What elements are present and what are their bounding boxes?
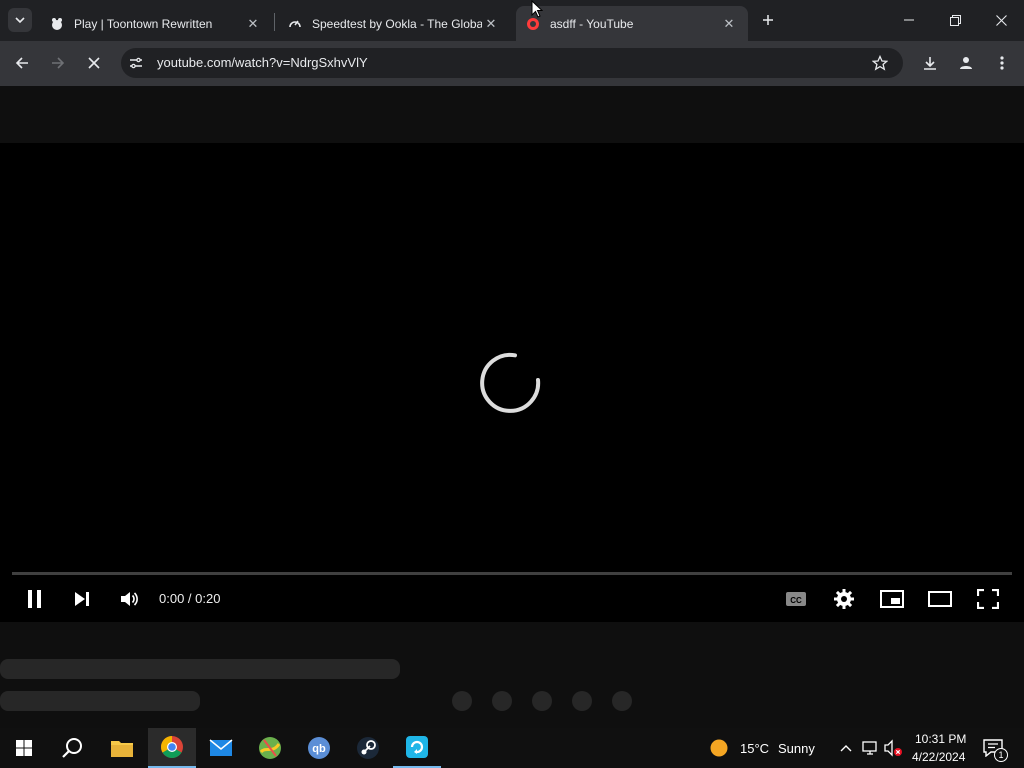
action-placeholder (452, 691, 472, 711)
mail-icon (209, 739, 233, 756)
taskbar-file-explorer[interactable] (98, 728, 146, 768)
profile-button[interactable] (952, 49, 980, 77)
miniplayer-icon (880, 590, 904, 608)
weather-temp: 15°C (740, 741, 770, 756)
back-button[interactable] (8, 49, 36, 77)
subtitles-button[interactable]: CC (783, 586, 809, 612)
maps-icon (259, 737, 281, 759)
close-icon (88, 57, 100, 69)
start-button[interactable] (0, 728, 48, 768)
folder-icon (111, 741, 133, 757)
chevron-down-icon (15, 17, 25, 24)
tab-toontown[interactable]: Play | Toontown Rewritten ✕ (40, 6, 272, 41)
taskbar-mail[interactable] (197, 728, 245, 768)
svg-text:qb: qb (312, 743, 326, 755)
sync-icon (406, 736, 428, 758)
taskbar-qbittorrent[interactable]: qb (295, 728, 343, 768)
minimize-button[interactable] (886, 6, 932, 34)
download-icon (924, 57, 936, 70)
search-icon (62, 738, 82, 758)
tab-speedtest[interactable]: Speedtest by Ookla - The Global Broadban… (278, 6, 510, 41)
notification-count: 1 (994, 748, 1008, 762)
taskbar-chrome[interactable] (148, 728, 196, 768)
network-icon[interactable] (862, 739, 880, 757)
skip-next-icon (75, 592, 89, 606)
masthead (0, 86, 1024, 143)
more-vert-icon (1000, 56, 1004, 70)
forward-button[interactable] (44, 49, 72, 77)
toontown-icon (52, 17, 62, 30)
menu-button[interactable] (988, 49, 1016, 77)
loading-spinner (479, 351, 543, 415)
qbittorrent-icon: qb (308, 737, 330, 759)
volume-icon (121, 592, 138, 606)
miniplayer-button[interactable] (879, 586, 905, 612)
close-icon (995, 14, 1007, 26)
mouse-cursor (531, 0, 543, 18)
gear-icon (834, 589, 854, 609)
action-placeholder (492, 691, 512, 711)
url-text: youtube.com/watch?v=NdrgSxhvVlY (157, 55, 368, 70)
new-tab-button[interactable] (756, 8, 780, 32)
restore-button[interactable] (932, 6, 978, 34)
windows-icon (16, 740, 32, 756)
fullscreen-icon (977, 589, 999, 609)
weather-condition: Sunny (778, 741, 815, 756)
minimize-icon (904, 19, 914, 21)
next-button[interactable] (69, 586, 95, 612)
theater-icon (928, 591, 952, 607)
star-icon (872, 55, 888, 71)
volume-muted-icon[interactable] (884, 739, 904, 757)
action-placeholder (612, 691, 632, 711)
time-display: 0:00 / 0:20 (159, 591, 221, 606)
stop-loading-button[interactable] (80, 49, 108, 77)
speedtest-icon (289, 20, 301, 27)
person-icon (960, 57, 972, 69)
close-icon[interactable]: ✕ (482, 15, 500, 33)
close-window-button[interactable] (978, 6, 1024, 34)
arrow-right-icon (52, 57, 65, 69)
progress-bar[interactable] (12, 572, 1012, 575)
settings-button[interactable] (831, 586, 857, 612)
taskbar-steam[interactable] (344, 728, 392, 768)
youtube-icon (527, 17, 539, 30)
title-placeholder (0, 659, 400, 679)
cc-icon: CC (786, 592, 806, 606)
pause-icon (28, 590, 41, 608)
chrome-icon (161, 736, 183, 758)
svg-text:CC: CC (790, 596, 802, 605)
tab-youtube[interactable]: asdff - YouTube ✕ (516, 6, 748, 41)
channel-placeholder (0, 691, 200, 711)
close-icon[interactable]: ✕ (720, 15, 738, 33)
clock-date[interactable]: 4/22/2024 (912, 750, 965, 764)
tab-title: asdff - YouTube (550, 16, 634, 31)
show-hidden-icons-button[interactable] (838, 738, 854, 758)
taskbar-sync-app[interactable] (393, 728, 441, 768)
steam-icon (357, 737, 379, 759)
action-placeholder (572, 691, 592, 711)
search-button[interactable] (48, 728, 96, 768)
site-settings-icon[interactable] (128, 55, 144, 71)
sun-icon (710, 739, 728, 757)
tab-title: Speedtest by Ookla - The Global Broadban… (312, 16, 482, 31)
restore-icon (949, 14, 961, 26)
pause-button[interactable] (22, 586, 48, 612)
volume-button[interactable] (116, 586, 142, 612)
tab-divider (274, 13, 275, 31)
arrow-left-icon (15, 57, 28, 69)
action-placeholder (532, 691, 552, 711)
action-center-button[interactable]: 1 (980, 736, 1008, 762)
plus-icon (763, 15, 773, 25)
tab-title: Play | Toontown Rewritten (74, 16, 213, 31)
theater-mode-button[interactable] (927, 586, 953, 612)
bookmark-button[interactable] (866, 49, 894, 77)
chevron-up-icon (840, 745, 852, 752)
tab-search-button[interactable] (8, 8, 32, 32)
close-icon[interactable]: ✕ (244, 15, 262, 33)
fullscreen-button[interactable] (975, 586, 1001, 612)
taskbar-maps[interactable] (246, 728, 294, 768)
downloads-button[interactable] (916, 49, 944, 77)
clock-time[interactable]: 10:31 PM (915, 732, 966, 746)
